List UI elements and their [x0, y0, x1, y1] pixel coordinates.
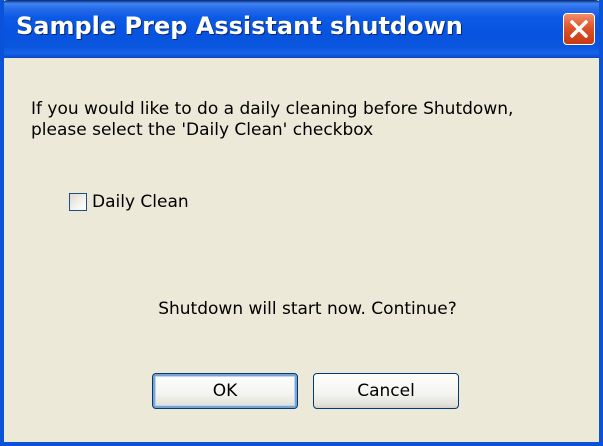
title-bar[interactable]: Sample Prep Assistant shutdown [4, 0, 599, 58]
cancel-button[interactable]: Cancel [313, 373, 459, 409]
instruction-message: If you would like to do a daily cleaning… [31, 99, 591, 141]
daily-clean-checkbox-row[interactable]: Daily Clean [69, 192, 189, 212]
dialog-title: Sample Prep Assistant shutdown [16, 12, 463, 40]
close-icon [570, 20, 588, 38]
dialog-content: If you would like to do a daily cleaning… [4, 58, 599, 442]
daily-clean-label[interactable]: Daily Clean [92, 192, 189, 212]
close-button[interactable] [563, 13, 595, 45]
ok-button[interactable]: OK [152, 373, 298, 409]
message-line-1: If you would like to do a daily cleaning… [31, 99, 514, 119]
message-line-2: please select the 'Daily Clean' checkbox [31, 120, 374, 140]
confirmation-question: Shutdown will start now. Continue? [158, 299, 457, 319]
daily-clean-checkbox[interactable] [69, 193, 87, 211]
dialog-window: Sample Prep Assistant shutdown If you wo… [0, 0, 603, 446]
